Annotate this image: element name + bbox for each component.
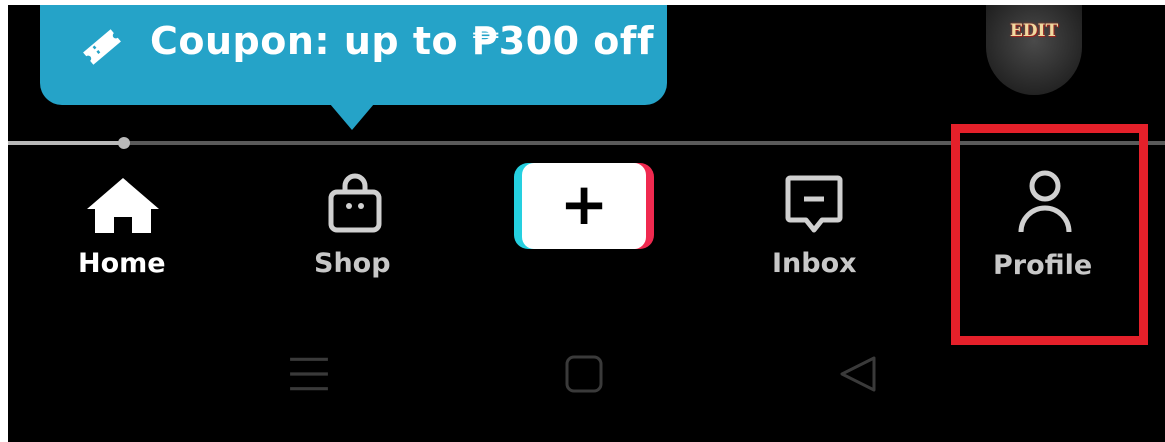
home-icon xyxy=(87,178,159,233)
nav-item-inbox[interactable]: Inbox xyxy=(760,160,870,290)
nav-label-inbox: Inbox xyxy=(772,248,857,279)
back-triangle-icon[interactable] xyxy=(838,354,878,394)
frame-left-border xyxy=(0,0,8,442)
menu-icon[interactable] xyxy=(288,352,330,396)
plus-icon: + xyxy=(559,170,609,238)
shopping-bag-icon xyxy=(328,173,382,233)
nav-item-home[interactable]: Home xyxy=(68,160,178,290)
nav-label-home: Home xyxy=(78,248,166,279)
profile-highlight-box xyxy=(951,124,1148,345)
create-button[interactable]: + xyxy=(514,163,654,249)
nav-label-shop: Shop xyxy=(314,248,391,279)
coupon-tooltip[interactable]: Coupon: up to ₱300 off xyxy=(40,5,667,105)
ticket-icon xyxy=(83,29,121,65)
coupon-text: Coupon: up to ₱300 off xyxy=(150,19,654,63)
avatar-logo-text: EDIT xyxy=(1009,21,1059,41)
home-square-icon[interactable] xyxy=(564,354,604,394)
video-progress-fill xyxy=(8,141,124,145)
coupon-tooltip-tail xyxy=(330,104,374,130)
nav-item-shop[interactable]: Shop xyxy=(300,160,410,290)
profile-avatar[interactable]: EDIT xyxy=(986,5,1082,95)
message-icon xyxy=(785,175,843,233)
video-progress-knob[interactable] xyxy=(118,137,130,149)
